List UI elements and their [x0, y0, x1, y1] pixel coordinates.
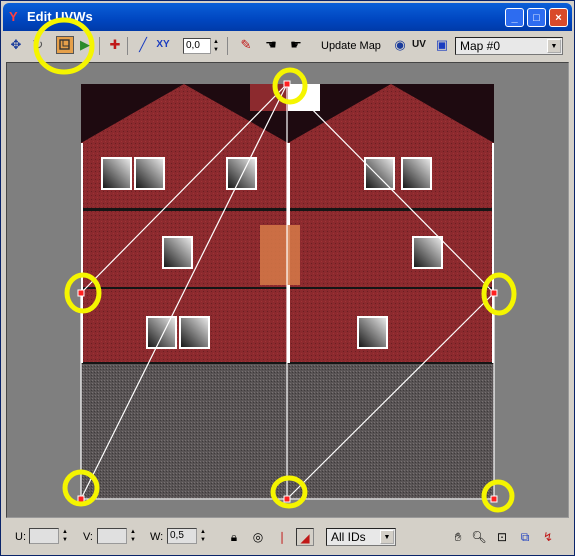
app-icon: Y [9, 9, 18, 24]
move-icon[interactable]: ✥ [7, 36, 25, 54]
eye-icon[interactable]: ◎ [249, 528, 267, 546]
u-field[interactable] [29, 528, 59, 544]
xy-icon[interactable]: XY [154, 36, 172, 54]
update-map-button[interactable]: Update Map [321, 40, 381, 52]
toolbar-separator [127, 37, 128, 55]
offset-spinner-field[interactable]: 0,0 [183, 38, 211, 54]
toolbar-separator [99, 37, 100, 55]
chevron-down-icon[interactable]: ▼ [547, 39, 561, 53]
zoom-region-icon[interactable]: ⊡ [493, 528, 511, 546]
plus-icon[interactable]: ✚ [106, 36, 124, 54]
offset-spinner-arrows[interactable]: ▲ ▼ [212, 38, 220, 54]
edit-uvws-window: Y Edit UVWs _ □ × ✥ ↻ ▶ ✚ ╱ XY 0,0 ▲ ▼ ✎ … [0, 0, 575, 556]
uv-vertex[interactable] [283, 80, 291, 88]
right-gable-wall [288, 84, 494, 363]
hand-select-icon[interactable]: ☚ [262, 36, 280, 54]
toolbar-highlight-circle [33, 17, 95, 75]
v-label: V: [83, 531, 93, 543]
pick-icon[interactable]: ✎ [237, 36, 255, 54]
ids-select[interactable]: All IDs ▼ [326, 528, 396, 546]
uv-vertex[interactable] [490, 289, 498, 297]
uv-vertex[interactable] [490, 495, 498, 503]
filter-icon[interactable]: ◢ [296, 528, 314, 546]
uv-viewport[interactable] [6, 62, 569, 518]
map-select[interactable]: Map #0 ▼ [455, 37, 563, 55]
door-patch [260, 225, 300, 285]
toolbar-separator [227, 37, 228, 55]
chevron-down-icon[interactable]: ▼ [380, 530, 394, 544]
uv-vertex[interactable] [77, 289, 85, 297]
show-map-icon[interactable]: ▣ [433, 36, 451, 54]
pan-hand-icon[interactable]: ✋︎ [449, 528, 467, 546]
snap-icon[interactable]: ↯ [539, 528, 557, 546]
pin-icon[interactable]: ❘ [273, 528, 291, 546]
uv-canvas [62, 67, 517, 513]
u-label: U: [15, 531, 26, 543]
u-spinner-arrows[interactable]: ▲ ▼ [61, 528, 69, 544]
bottom-toolbar: U: ▲ ▼ V: ▲ ▼ W: 0,5 ▲ ▼ 🔒︎ ◎ ❘ ◢ All IDs ▼… [3, 523, 572, 551]
minimize-button[interactable]: _ [505, 8, 524, 27]
uv-vertex[interactable] [77, 495, 85, 503]
close-button[interactable]: × [549, 8, 568, 27]
zoom-icon[interactable]: 🔍︎ [470, 528, 488, 546]
line-icon[interactable]: ╱ [134, 36, 152, 54]
maximize-button[interactable]: □ [527, 8, 546, 27]
globe-icon[interactable]: ◉ [391, 36, 409, 54]
w-label: W: [150, 531, 164, 543]
zoom-extents-icon[interactable]: ⧉ [516, 528, 534, 546]
uv-vertex[interactable] [283, 495, 291, 503]
uv-icon[interactable]: UV [410, 36, 428, 54]
hand-paint-icon[interactable]: ☛ [287, 36, 305, 54]
lock-icon[interactable]: 🔒︎ [225, 528, 243, 546]
v-field[interactable] [97, 528, 127, 544]
ids-select-value: All IDs [331, 530, 366, 544]
w-field[interactable]: 0,5 [167, 528, 197, 544]
v-spinner-arrows[interactable]: ▲ ▼ [129, 528, 137, 544]
w-spinner-arrows[interactable]: ▲ ▼ [199, 528, 207, 544]
map-select-value: Map #0 [460, 39, 501, 53]
